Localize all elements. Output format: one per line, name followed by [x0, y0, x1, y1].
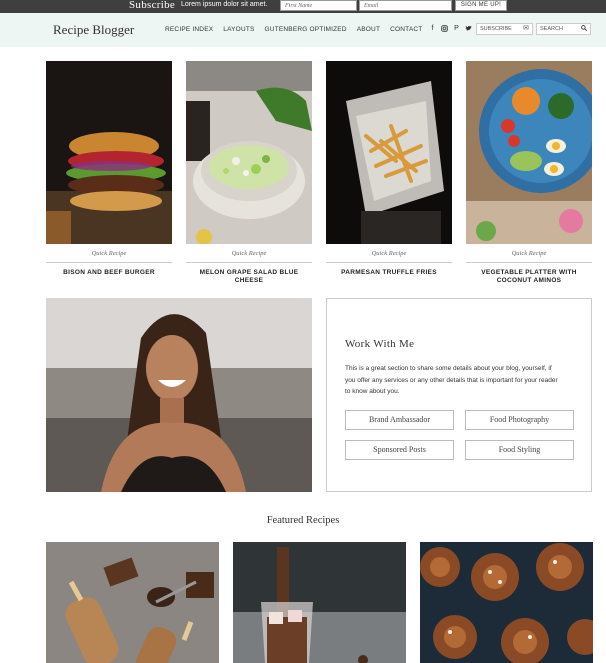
- recipe-card-1: Quick Recipe BISON AND BEEF BURGER: [46, 250, 172, 277]
- nav-item-contact[interactable]: CONTACT: [390, 26, 422, 33]
- search-label: SEARCH: [540, 26, 563, 32]
- recipe-card-2: Quick Recipe MELON GRAPE SALAD BLUE CHEE…: [186, 250, 312, 285]
- food-photography-button[interactable]: Food Photography: [465, 410, 574, 430]
- subscribe-title: Subscribe: [129, 0, 176, 11]
- featured-image-hot-chocolate[interactable]: [233, 542, 406, 663]
- recipe-image-burger[interactable]: [46, 61, 172, 244]
- site-logo[interactable]: Recipe Blogger: [53, 22, 134, 38]
- recipe-title[interactable]: VEGETABLE PLATTER WITH COCONUT AMINOS: [466, 269, 592, 285]
- work-with-me-body: This is a great section to share some de…: [345, 365, 558, 395]
- site-header: Recipe Blogger RECIPE INDEX LAYOUTS GUTE…: [0, 13, 606, 47]
- recipe-card-4: Quick Recipe VEGETABLE PLATTER WITH COCO…: [466, 250, 592, 285]
- brand-ambassador-button[interactable]: Brand Ambassador: [345, 410, 454, 430]
- recipe-image-fries[interactable]: [326, 61, 452, 244]
- subscribe-bar: Subscribe Lorem ipsum dolor sit amet. Fi…: [0, 0, 606, 13]
- recipe-card-3: Quick Recipe PARMESAN TRUFFLE FRIES: [326, 250, 452, 277]
- food-styling-button[interactable]: Food Styling: [465, 440, 574, 460]
- recipe-title[interactable]: BISON AND BEEF BURGER: [46, 269, 172, 277]
- envelope-icon: ✉: [523, 25, 529, 32]
- recipe-category[interactable]: Quick Recipe: [186, 250, 312, 263]
- sponsored-posts-button[interactable]: Sponsored Posts: [345, 440, 454, 460]
- twitter-icon[interactable]: [465, 25, 472, 34]
- pinterest-icon[interactable]: P: [453, 25, 460, 34]
- nav-item-about[interactable]: ABOUT: [357, 26, 380, 33]
- email-input[interactable]: Email: [359, 0, 452, 11]
- search-icon: [581, 25, 587, 34]
- nav-item-gutenberg[interactable]: GUTENBERG OPTIMIZED: [265, 26, 347, 33]
- featured-image-chocolate-pops[interactable]: [46, 542, 219, 663]
- featured-image-cinnamon-rolls[interactable]: [420, 542, 593, 663]
- recipe-category[interactable]: Quick Recipe: [46, 250, 172, 263]
- nav-item-layouts[interactable]: LAYOUTS: [223, 26, 254, 33]
- social-links: f P: [429, 25, 472, 34]
- search-input[interactable]: SEARCH: [536, 23, 591, 35]
- main-nav: RECIPE INDEX LAYOUTS GUTENBERG OPTIMIZED…: [165, 26, 432, 33]
- instagram-icon[interactable]: [441, 25, 448, 34]
- header-subscribe-label: SUBSCRIBE: [480, 26, 512, 32]
- recipe-image-vegetables[interactable]: [466, 61, 592, 244]
- recipe-title[interactable]: PARMESAN TRUFFLE FRIES: [326, 269, 452, 277]
- recipe-category[interactable]: Quick Recipe: [466, 250, 592, 263]
- work-with-me-panel: Work With Me This is a great section to …: [326, 298, 592, 492]
- recipe-image-salad[interactable]: [186, 61, 312, 244]
- work-with-me-heading: Work With Me: [345, 338, 415, 350]
- sign-me-up-button[interactable]: SIGN ME UP!: [455, 0, 507, 11]
- author-portrait: [46, 298, 312, 492]
- recipe-title[interactable]: MELON GRAPE SALAD BLUE CHEESE: [186, 269, 312, 285]
- featured-recipes-title: Featured Recipes: [266, 515, 340, 526]
- nav-item-recipe-index[interactable]: RECIPE INDEX: [165, 26, 213, 33]
- facebook-icon[interactable]: f: [429, 25, 436, 34]
- first-name-input[interactable]: First Name: [280, 0, 357, 11]
- header-subscribe-button[interactable]: SUBSCRIBE ✉: [476, 23, 533, 35]
- subscribe-text: Lorem ipsum dolor sit amet.: [181, 1, 268, 8]
- recipe-category[interactable]: Quick Recipe: [326, 250, 452, 263]
